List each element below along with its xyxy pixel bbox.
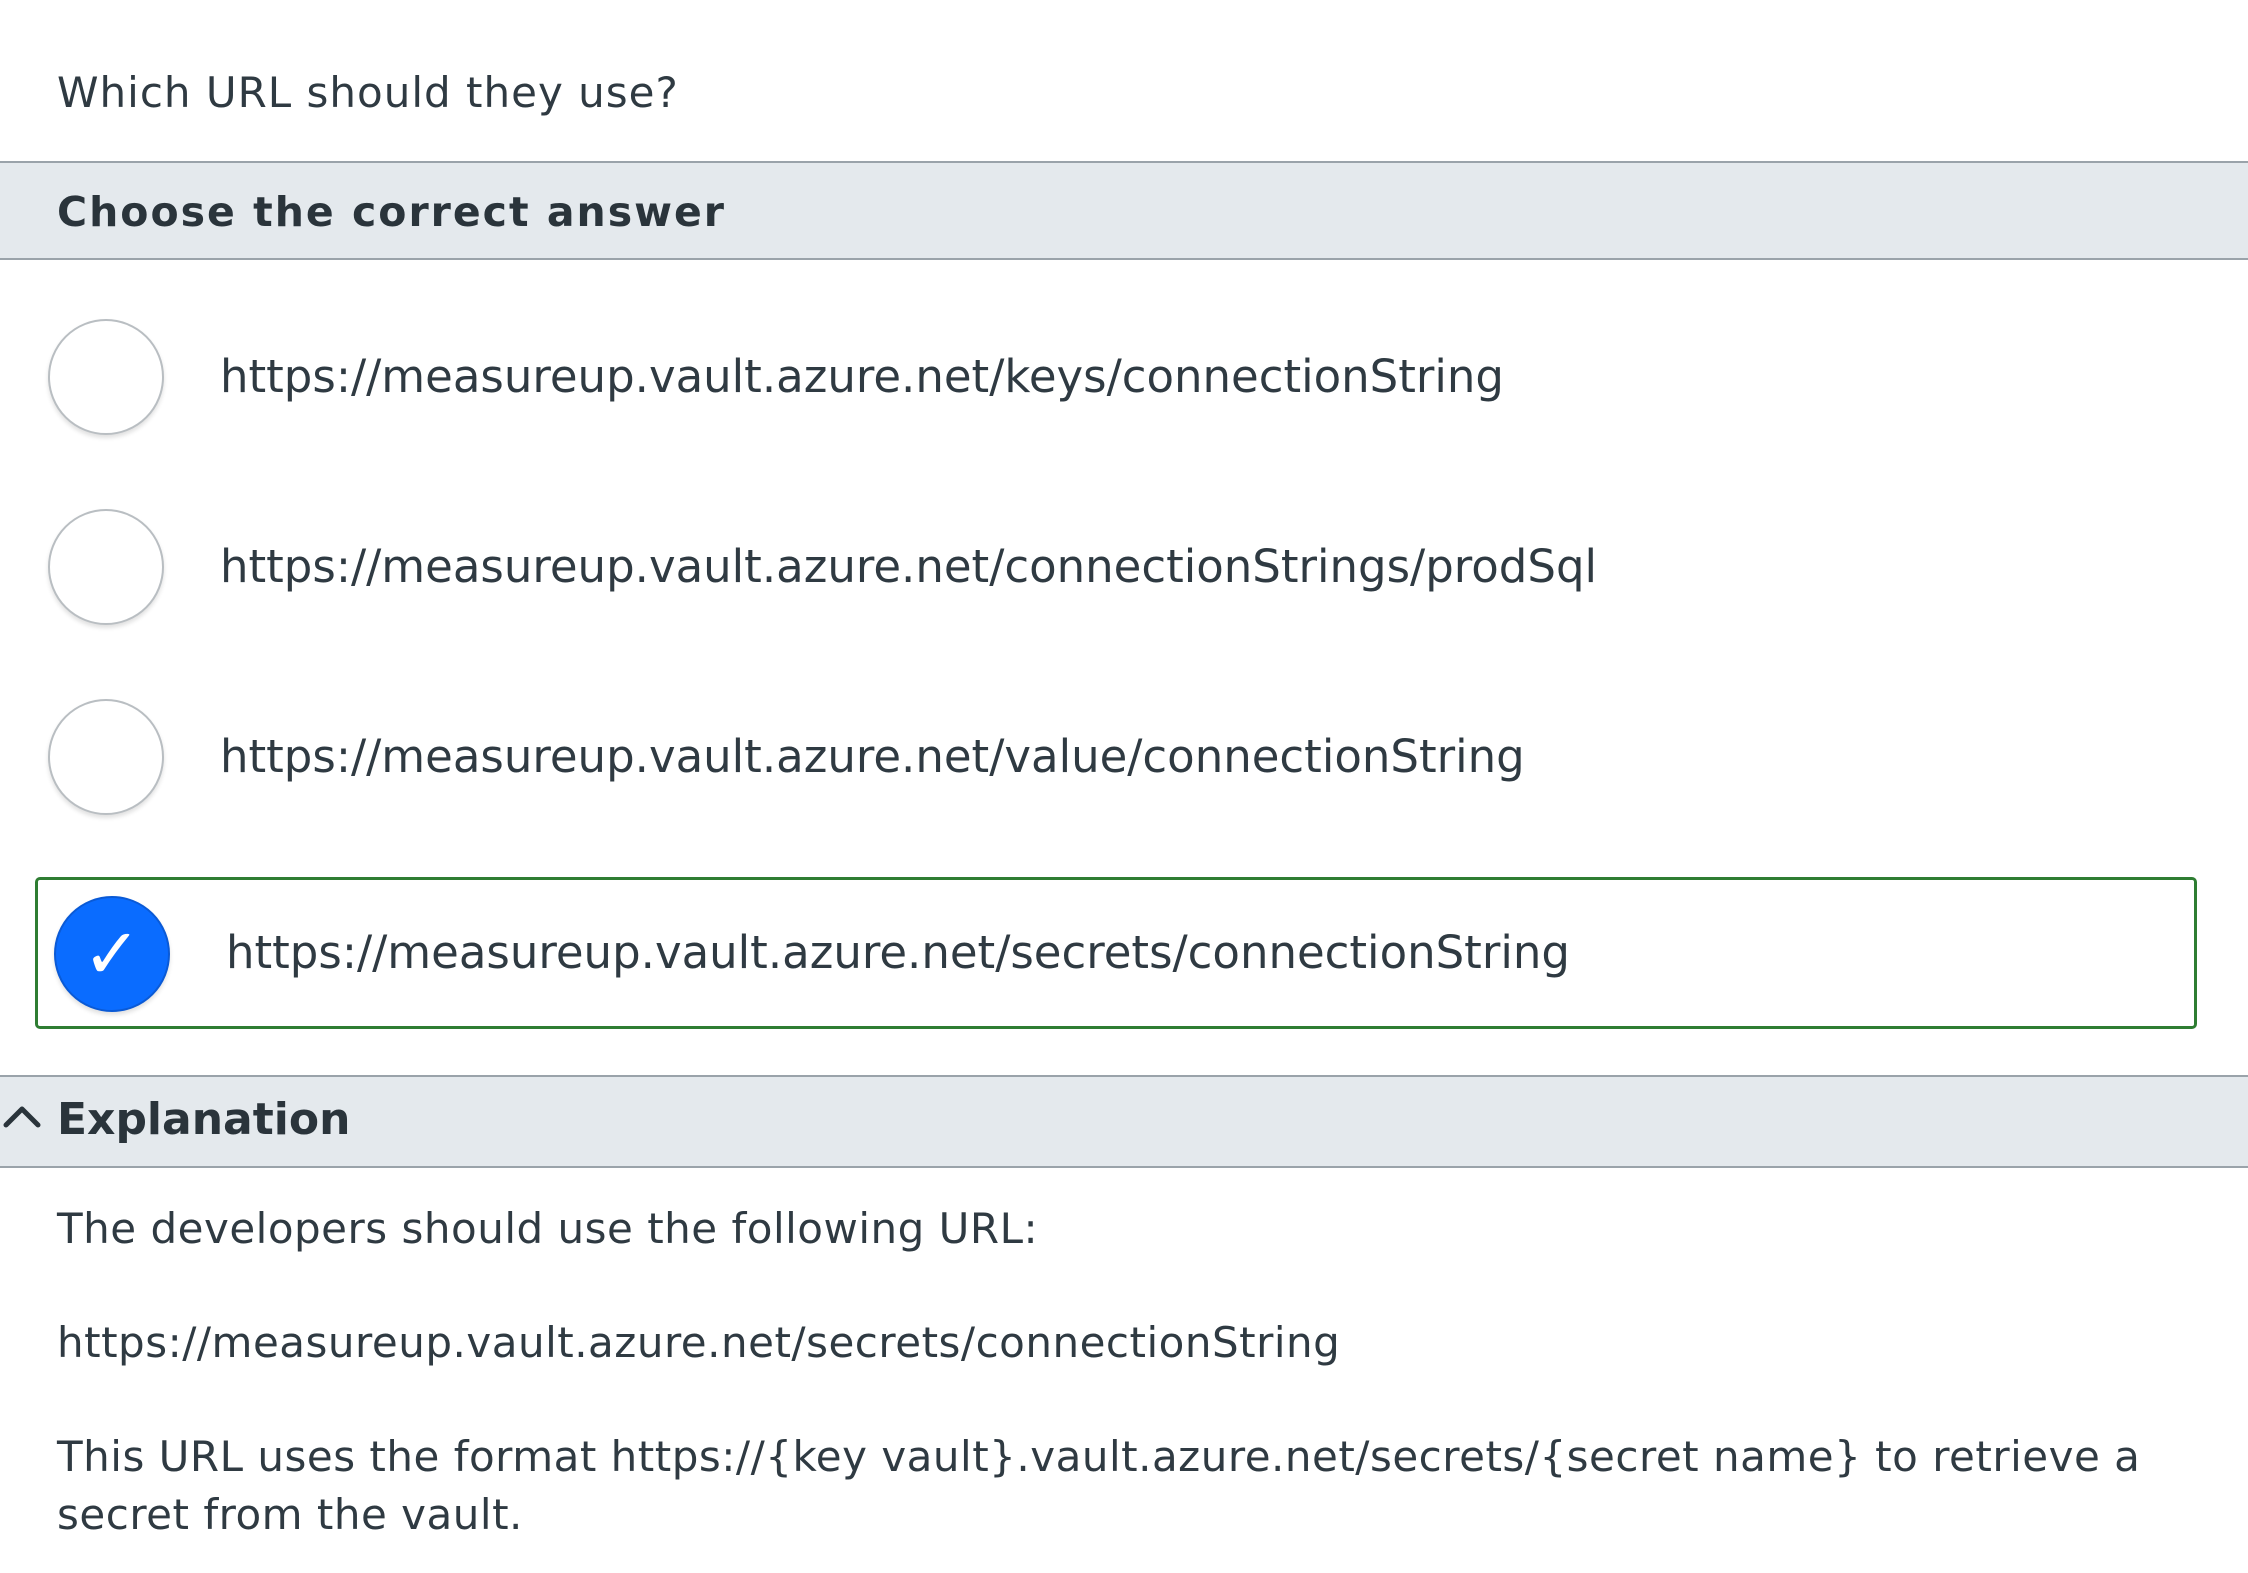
answer-option-label: https://measureup.vault.azure.net/keys/c… xyxy=(220,350,1504,403)
explanation-url: https://measureup.vault.azure.net/secret… xyxy=(57,1318,1341,1367)
radio-button-selected[interactable]: ✓ xyxy=(54,896,170,1012)
explanation-toggle[interactable]: Explanation xyxy=(0,1075,2248,1168)
radio-button[interactable] xyxy=(48,699,164,815)
answer-header: Choose the correct answer xyxy=(0,161,2248,260)
answer-option-2[interactable]: https://measureup.vault.azure.net/connec… xyxy=(0,482,2248,652)
answer-option-3[interactable]: https://measureup.vault.azure.net/value/… xyxy=(0,672,2248,842)
answer-header-label: Choose the correct answer xyxy=(57,188,727,236)
chevron-up-icon xyxy=(3,1106,41,1128)
answer-option-label: https://measureup.vault.azure.net/connec… xyxy=(220,540,1598,593)
explanation-paragraph: This URL uses the format https://{key va… xyxy=(57,1432,2141,1539)
check-icon: ✓ xyxy=(82,913,142,995)
answer-option-1[interactable]: https://measureup.vault.azure.net/keys/c… xyxy=(0,292,2248,462)
answer-option-4-selected[interactable]: ✓ https://measureup.vault.azure.net/secr… xyxy=(35,877,2197,1029)
answer-option-label: https://measureup.vault.azure.net/value/… xyxy=(220,730,1525,783)
question-text: Which URL should they use? xyxy=(57,68,679,117)
answer-option-label: https://measureup.vault.azure.net/secret… xyxy=(226,926,1570,979)
explanation-label: Explanation xyxy=(57,1094,351,1145)
radio-button[interactable] xyxy=(48,319,164,435)
radio-button[interactable] xyxy=(48,509,164,625)
explanation-paragraph: The developers should use the following … xyxy=(57,1204,1039,1253)
